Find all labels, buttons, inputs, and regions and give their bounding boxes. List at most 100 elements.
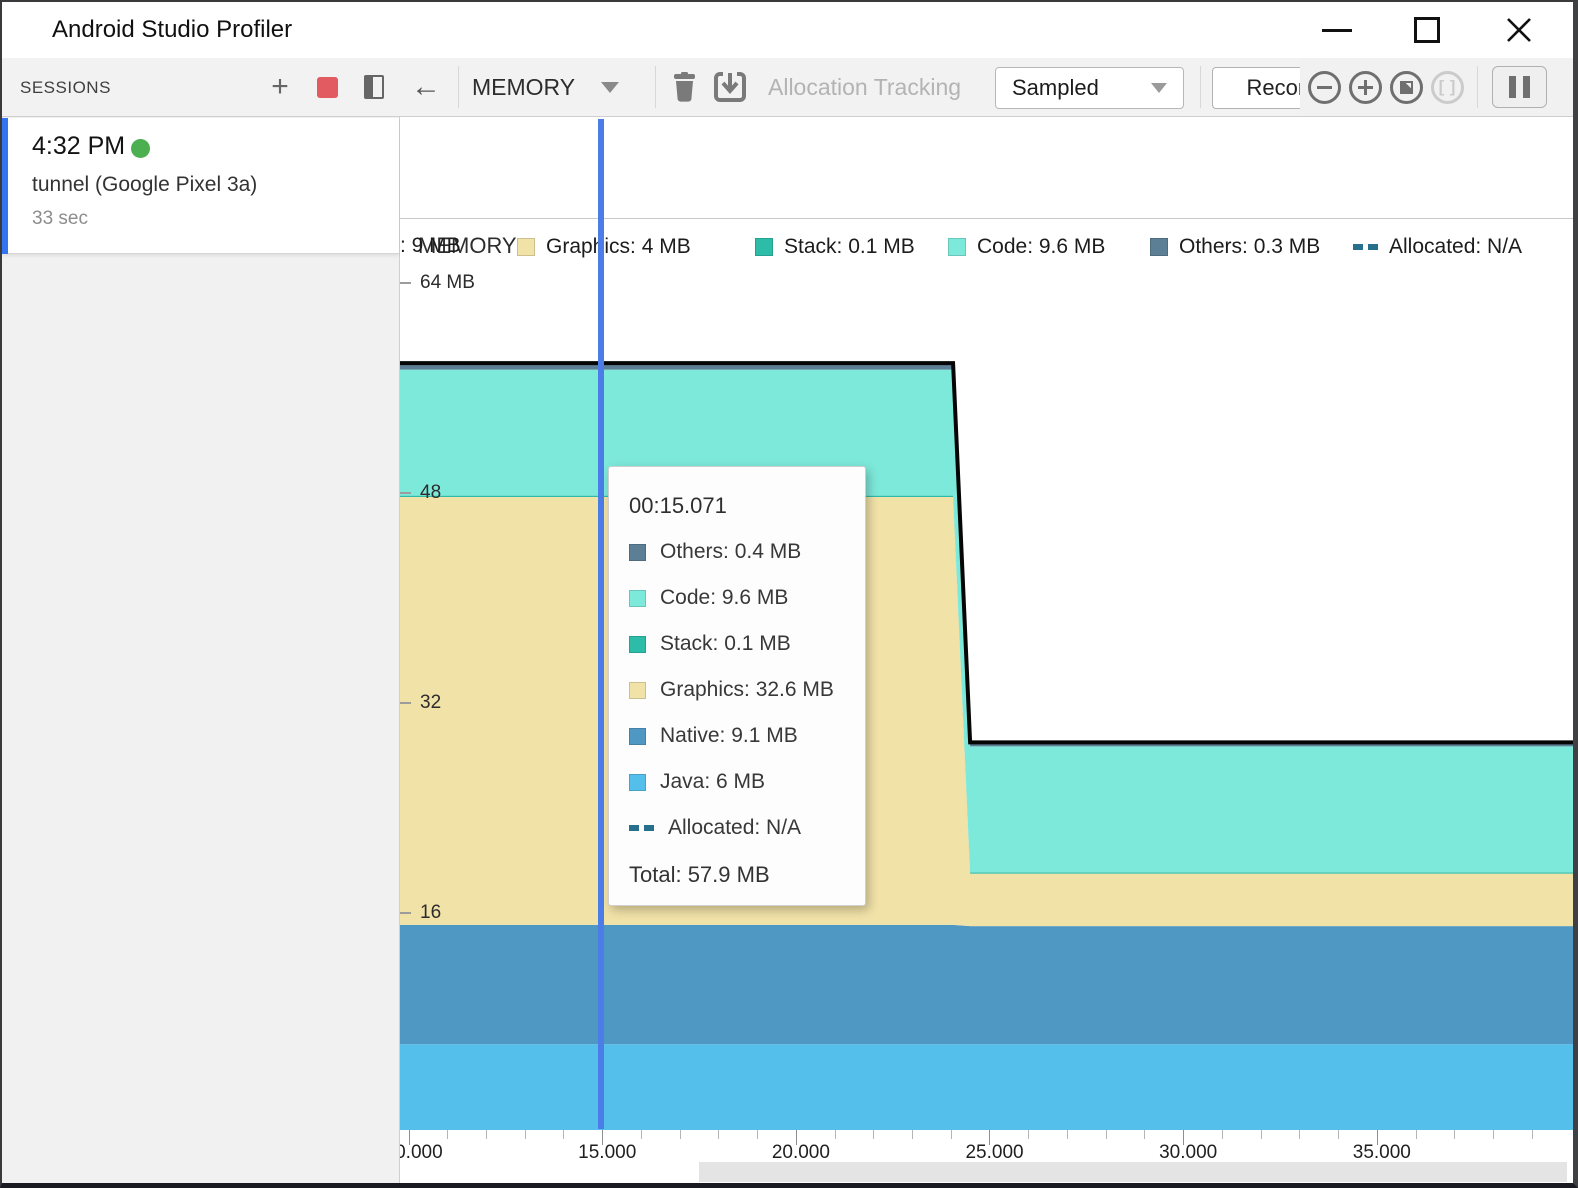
tooltip-total: Total: 57.9 MB <box>629 862 865 888</box>
zoom-in-button[interactable] <box>1349 71 1382 104</box>
title-bar: Android Studio Profiler <box>2 2 1573 58</box>
y-tick <box>400 282 411 284</box>
close-icon <box>1503 14 1535 46</box>
minus-icon <box>1317 86 1332 89</box>
code-swatch-icon <box>948 238 966 256</box>
pause-icon <box>1509 76 1516 98</box>
x-minor-tick <box>563 1130 564 1139</box>
x-minor-tick <box>1144 1130 1145 1139</box>
others-swatch-icon <box>1150 238 1168 256</box>
tooltip-row-allocated: Allocated: N/A <box>629 815 865 841</box>
x-minor-tick <box>447 1130 448 1139</box>
sampling-mode-dropdown[interactable]: Sampled <box>995 67 1184 109</box>
x-minor-tick <box>757 1130 758 1139</box>
session-list-item[interactable]: 4:32 PM tunnel (Google Pixel 3a) 33 sec <box>2 118 399 254</box>
back-button[interactable]: ← <box>406 58 446 116</box>
x-minor-tick <box>912 1130 913 1139</box>
session-time: 4:32 PM <box>32 132 125 161</box>
y-tick <box>400 912 411 914</box>
area-native <box>400 925 1573 1044</box>
stop-session-button[interactable] <box>307 58 347 116</box>
zoom-to-selection-button: [ ] <box>1431 71 1464 104</box>
collapse-panel-button[interactable] <box>354 58 394 116</box>
horizontal-scrollbar[interactable] <box>400 1161 1573 1183</box>
area-java <box>400 1044 1573 1130</box>
minimize-icon <box>1322 29 1352 32</box>
x-minor-tick <box>1493 1130 1494 1139</box>
selected-session-accent <box>2 118 8 254</box>
toolbar-separator <box>655 66 656 108</box>
allocated-dash-icon <box>629 825 654 831</box>
tooltip-row-native: Native: 9.1 MB <box>629 723 865 749</box>
close-button[interactable] <box>1488 2 1550 58</box>
tooltip: 00:15.071 Others: 0.4 MB Code: 9.6 MB St… <box>608 466 866 906</box>
plus-icon <box>1358 80 1373 95</box>
legend-item-allocated: Allocated: N/A <box>1353 229 1522 265</box>
pause-live-button[interactable] <box>1492 66 1547 108</box>
toolbar-separator <box>1477 66 1478 108</box>
live-session-dot-icon <box>131 139 150 158</box>
zoom-out-button[interactable] <box>1308 71 1341 104</box>
x-minor-tick <box>1028 1130 1029 1139</box>
event-strip <box>400 117 1573 219</box>
stack-swatch-icon <box>755 238 773 256</box>
minimize-button[interactable] <box>1306 2 1368 58</box>
gc-trash-button[interactable] <box>664 58 704 116</box>
back-arrow-icon: ← <box>411 72 441 102</box>
x-minor-tick <box>835 1130 836 1139</box>
y-tick <box>400 492 411 494</box>
memory-stacked-chart[interactable] <box>400 219 1573 1130</box>
panel-icon <box>364 75 384 99</box>
pause-icon <box>1523 76 1530 98</box>
x-minor-tick <box>1261 1130 1262 1139</box>
x-minor-tick <box>641 1130 642 1139</box>
tooltip-row-java: Java: 6 MB <box>629 769 865 795</box>
x-minor-tick <box>1106 1130 1107 1139</box>
legend-item-others: Others: 0.3 MB <box>1150 229 1320 265</box>
y-label-64: 64 MB <box>420 272 475 294</box>
x-minor-tick <box>1222 1130 1223 1139</box>
tooltip-row-code: Code: 9.6 MB <box>629 585 865 611</box>
tooltip-row-graphics: Graphics: 32.6 MB <box>629 677 865 703</box>
x-minor-tick <box>525 1130 526 1139</box>
x-minor-tick <box>718 1130 719 1139</box>
toolbar-separator <box>458 66 459 108</box>
profiler-type-dropdown[interactable]: MEMORY <box>472 58 619 116</box>
memory-timeline[interactable]: MEMORY : 9 MB Graphics: 4 MB Stack: 0.1 … <box>400 117 1573 1183</box>
add-session-button[interactable]: + <box>260 58 300 116</box>
maximize-icon <box>1414 17 1440 43</box>
export-capture-button[interactable] <box>710 58 750 116</box>
allocated-dash-icon <box>1353 244 1378 250</box>
legend-item-code: Code: 9.6 MB <box>948 229 1105 265</box>
x-minor-tick <box>1067 1130 1068 1139</box>
x-axis: 10.00015.00020.00025.00030.00035.000 <box>400 1130 1573 1161</box>
reset-zoom-button[interactable] <box>1390 71 1423 104</box>
chevron-down-icon <box>601 82 619 93</box>
x-minor-tick <box>1532 1130 1533 1139</box>
maximize-button[interactable] <box>1396 2 1458 58</box>
sessions-panel: 4:32 PM tunnel (Google Pixel 3a) 33 sec <box>2 117 400 1183</box>
tooltip-row-stack: Stack: 0.1 MB <box>629 631 865 657</box>
toolbar: SESSIONS + ← MEMORY Allocation Tracking <box>2 58 1573 117</box>
frame-selection-icon: [ ] <box>1439 77 1457 97</box>
download-icon <box>714 71 746 103</box>
sampling-mode-value: Sampled <box>1012 75 1099 101</box>
x-minor-tick <box>1416 1130 1417 1139</box>
plus-icon: + <box>271 72 289 102</box>
selection-time-line <box>598 119 604 1129</box>
y-label-32: 32 <box>420 692 441 714</box>
x-minor-tick <box>951 1130 952 1139</box>
stop-icon <box>317 77 338 98</box>
scrollbar-thumb[interactable] <box>699 1162 1567 1182</box>
zoom-controls: [ ] <box>1300 58 1573 116</box>
toolbar-separator <box>1200 66 1201 108</box>
x-minor-tick <box>486 1130 487 1139</box>
profiler-window: Android Studio Profiler SESSIONS + ← MEM… <box>0 0 1578 1188</box>
x-minor-tick <box>1338 1130 1339 1139</box>
y-tick <box>400 702 411 704</box>
window-title: Android Studio Profiler <box>52 16 292 44</box>
legend-item-stack: Stack: 0.1 MB <box>755 229 915 265</box>
sessions-header: SESSIONS <box>20 78 111 98</box>
profiler-type-label: MEMORY <box>472 74 575 101</box>
x-minor-tick <box>1454 1130 1455 1139</box>
